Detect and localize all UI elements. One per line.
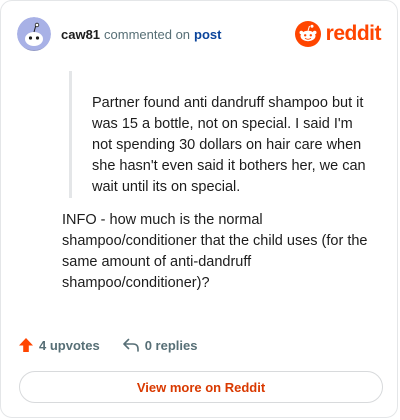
comment-actions: 4 upvotes 0 replies	[18, 337, 197, 353]
reddit-logo[interactable]: reddit	[294, 21, 382, 47]
quoted-text: Partner found anti dandruff shampoo but …	[92, 95, 366, 195]
reddit-wordmark: reddit	[325, 22, 382, 45]
reply-arrow-icon	[122, 338, 139, 352]
upvote-arrow-icon	[19, 338, 33, 352]
reddit-snoo-icon	[294, 21, 321, 47]
reply-button[interactable]: 0 replies	[122, 337, 198, 353]
comment-header: caw81 commented on post reddit	[17, 17, 382, 51]
upvote-button[interactable]: 4 upvotes	[18, 337, 100, 353]
username-link[interactable]: caw81	[61, 27, 100, 42]
view-more-button[interactable]: View more on Reddit	[19, 371, 383, 403]
quoted-text-block: Partner found anti dandruff shampoo but …	[69, 71, 369, 198]
upvote-count: 4 upvotes	[39, 337, 100, 353]
post-link[interactable]: post	[194, 27, 221, 42]
comment-body: INFO - how much is the normal shampoo/co…	[62, 212, 368, 291]
comment-meta: caw81 commented on post	[61, 27, 222, 42]
reddit-comment-card: caw81 commented on post reddit Partner f…	[0, 0, 398, 418]
action-text: commented on	[104, 26, 191, 42]
reply-count: 0 replies	[144, 337, 198, 353]
user-avatar[interactable]	[17, 17, 51, 51]
